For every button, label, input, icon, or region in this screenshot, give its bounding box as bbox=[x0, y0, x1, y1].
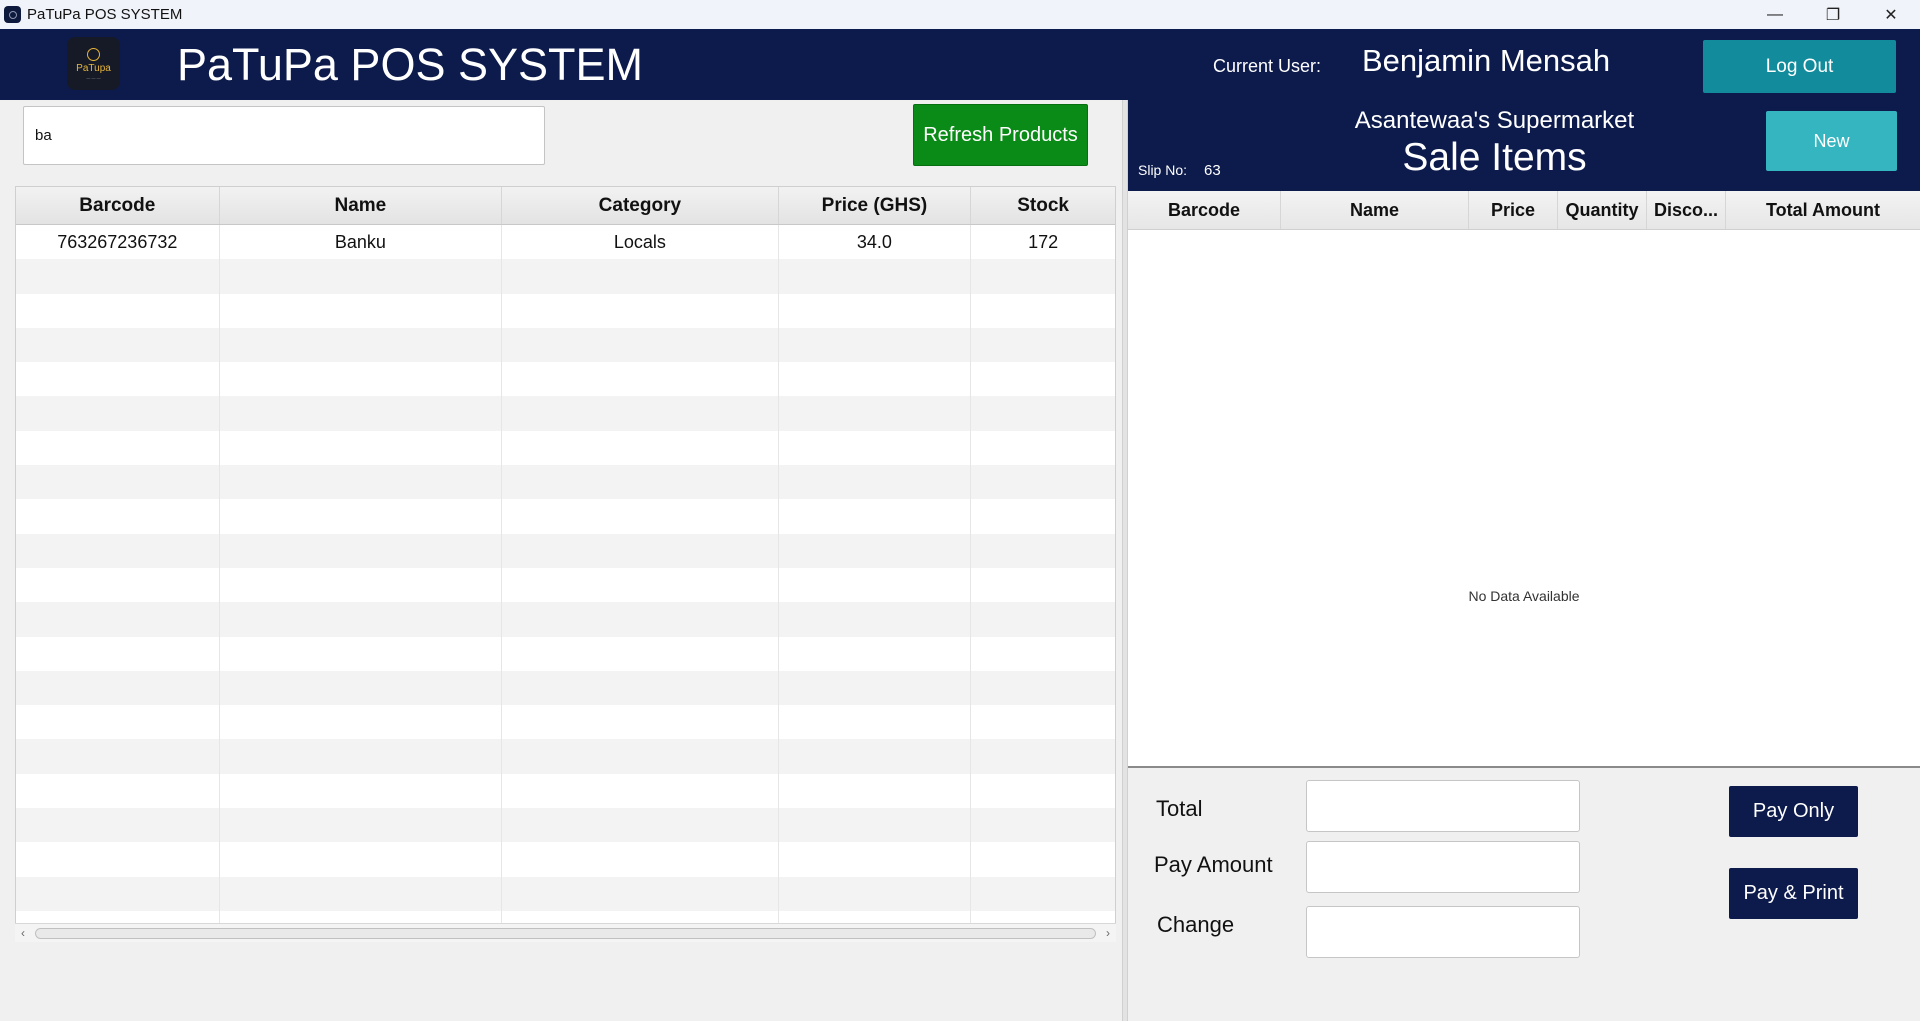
app-icon bbox=[4, 6, 21, 23]
slip-no-value: 63 bbox=[1204, 162, 1221, 179]
brand-title: PaTuPa POS SYSTEM bbox=[177, 39, 643, 90]
product-search-input[interactable]: ba bbox=[23, 106, 545, 165]
empty-table-row bbox=[16, 396, 1115, 431]
empty-table-row bbox=[16, 636, 1115, 671]
empty-table-row bbox=[16, 842, 1115, 877]
empty-table-row bbox=[16, 705, 1115, 740]
app-header: PaTupa — — — PaTuPa POS SYSTEM Current U… bbox=[0, 29, 1920, 100]
column-header-total-amount[interactable]: Total Amount bbox=[1726, 191, 1920, 229]
payment-summary: Total Pay Amount Change Pay Only Pay & P… bbox=[1128, 766, 1920, 1021]
products-panel: ba Refresh Products Barcode Name Categor… bbox=[0, 100, 1122, 1021]
sale-items-table: Barcode Name Price Quantity Disco... Tot… bbox=[1128, 191, 1920, 766]
column-header-discount[interactable]: Disco... bbox=[1647, 191, 1726, 229]
scrollbar-thumb[interactable] bbox=[35, 927, 1096, 939]
empty-table-row bbox=[16, 876, 1115, 911]
products-table-header: Barcode Name Category Price (GHS) Stock bbox=[16, 187, 1115, 225]
empty-table-row bbox=[16, 259, 1115, 294]
column-header-barcode[interactable]: Barcode bbox=[16, 187, 220, 224]
cell-stock: 172 bbox=[1028, 231, 1059, 252]
empty-table-row bbox=[16, 499, 1115, 534]
window-controls: — ❐ ✕ bbox=[1746, 0, 1920, 29]
scroll-right-icon[interactable]: › bbox=[1100, 926, 1116, 940]
new-sale-button[interactable]: New bbox=[1766, 111, 1897, 171]
empty-table-row bbox=[16, 327, 1115, 363]
sale-panel: Asantewaa's Supermarket Sale Items Slip … bbox=[1128, 100, 1920, 1021]
close-icon[interactable]: ✕ bbox=[1862, 0, 1920, 29]
pay-amount-label: Pay Amount bbox=[1154, 852, 1273, 877]
column-header-name[interactable]: Name bbox=[1281, 191, 1469, 229]
sale-header: Asantewaa's Supermarket Sale Items Slip … bbox=[1128, 100, 1920, 191]
column-header-quantity[interactable]: Quantity bbox=[1558, 191, 1647, 229]
column-header-price[interactable]: Price (GHS) bbox=[779, 187, 972, 224]
column-header-name[interactable]: Name bbox=[220, 187, 503, 224]
scroll-left-icon[interactable]: ‹ bbox=[15, 926, 31, 940]
empty-table-row bbox=[16, 773, 1115, 809]
current-user-name: Benjamin Mensah bbox=[1362, 43, 1611, 78]
empty-table-row bbox=[16, 602, 1115, 637]
sale-table-header: Barcode Name Price Quantity Disco... Tot… bbox=[1128, 191, 1920, 230]
sale-items-title: Sale Items bbox=[1402, 136, 1587, 179]
minimize-icon[interactable]: — bbox=[1746, 0, 1804, 29]
cell-name: Banku bbox=[220, 225, 503, 260]
table-row[interactable]: 763267236732 Banku Locals 34.0 172 bbox=[16, 225, 1115, 260]
refresh-products-button[interactable]: Refresh Products bbox=[913, 104, 1088, 166]
empty-table-row bbox=[16, 808, 1115, 843]
restore-icon[interactable]: ❐ bbox=[1804, 0, 1862, 29]
empty-table-row bbox=[16, 465, 1115, 500]
column-header-category[interactable]: Category bbox=[502, 187, 779, 224]
empty-table-row bbox=[16, 739, 1115, 774]
total-label: Total bbox=[1156, 796, 1203, 821]
column-header-barcode[interactable]: Barcode bbox=[1128, 191, 1281, 229]
empty-table-message: No Data Available bbox=[1468, 588, 1580, 604]
empty-table-row bbox=[16, 567, 1115, 603]
current-user-label: Current User: bbox=[1213, 56, 1322, 76]
slip-no-label: Slip No: bbox=[1138, 162, 1188, 178]
pay-print-button[interactable]: Pay & Print bbox=[1729, 868, 1858, 919]
change-label: Change bbox=[1157, 912, 1235, 937]
total-field[interactable] bbox=[1306, 780, 1580, 832]
window-titlebar: PaTuPa POS SYSTEM — ❐ ✕ bbox=[0, 0, 1920, 29]
horizontal-scrollbar[interactable]: ‹ › bbox=[15, 923, 1116, 942]
change-field[interactable] bbox=[1306, 906, 1580, 958]
products-table: Barcode Name Category Price (GHS) Stock … bbox=[15, 186, 1116, 942]
pay-amount-field[interactable] bbox=[1306, 841, 1580, 893]
logout-button[interactable]: Log Out bbox=[1703, 40, 1896, 93]
empty-table-row bbox=[16, 293, 1115, 328]
brand-logo: PaTupa — — — bbox=[67, 37, 120, 90]
empty-table-row bbox=[16, 430, 1115, 466]
cell-category: Locals bbox=[502, 225, 779, 260]
column-header-stock[interactable]: Stock bbox=[971, 187, 1115, 224]
column-header-price[interactable]: Price bbox=[1469, 191, 1558, 229]
cell-barcode: 763267236732 bbox=[16, 225, 220, 260]
empty-table-row bbox=[16, 362, 1115, 397]
window-title: PaTuPa POS SYSTEM bbox=[27, 6, 183, 23]
empty-table-row bbox=[16, 533, 1115, 568]
pay-only-button[interactable]: Pay Only bbox=[1729, 786, 1858, 837]
cell-price: 34.0 bbox=[779, 225, 972, 260]
empty-table-row bbox=[16, 670, 1115, 706]
shop-name: Asantewaa's Supermarket bbox=[1354, 107, 1635, 134]
